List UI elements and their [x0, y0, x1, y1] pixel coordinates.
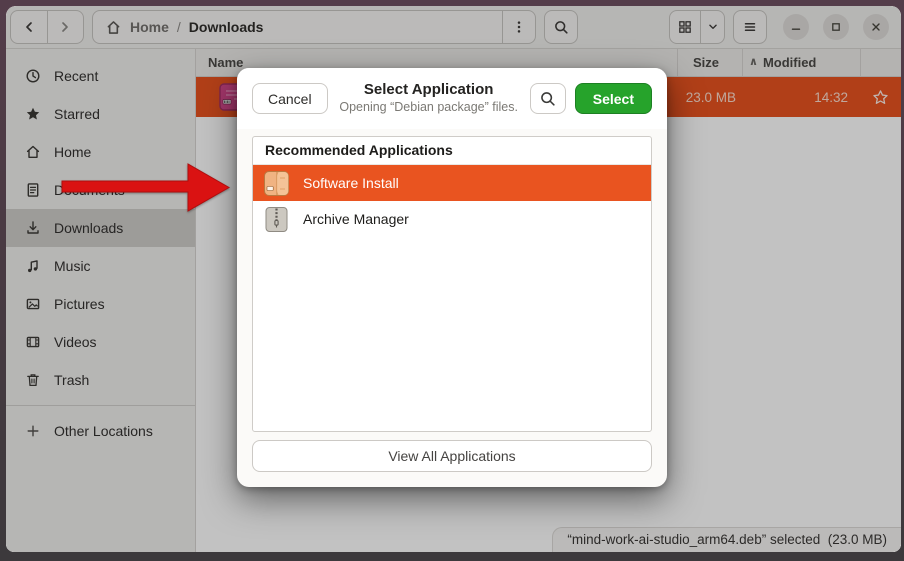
search-icon [539, 90, 557, 108]
view-all-applications-button[interactable]: View All Applications [252, 440, 652, 472]
application-list: Recommended Applications Software Instal… [252, 136, 652, 432]
archive-manager-icon [263, 206, 290, 233]
software-install-icon [263, 170, 290, 197]
dialog-header: Cancel Select Application Opening “Debia… [237, 68, 667, 129]
dialog-title-block: Select Application Opening “Debian packa… [328, 81, 530, 115]
dialog-search-button[interactable] [530, 83, 566, 114]
app-row-software-install[interactable]: Software Install [253, 165, 651, 201]
dialog-title: Select Application [328, 81, 530, 100]
app-row-archive-manager[interactable]: Archive Manager [253, 201, 651, 237]
app-name: Archive Manager [303, 211, 409, 227]
section-title: Recommended Applications [253, 137, 651, 165]
select-button[interactable]: Select [575, 83, 652, 114]
select-application-dialog: Cancel Select Application Opening “Debia… [237, 68, 667, 487]
dialog-subtitle: Opening “Debian package” files. [328, 100, 530, 116]
cancel-button[interactable]: Cancel [252, 83, 328, 114]
red-arrow-annotation [55, 158, 240, 218]
app-name: Software Install [303, 175, 399, 191]
